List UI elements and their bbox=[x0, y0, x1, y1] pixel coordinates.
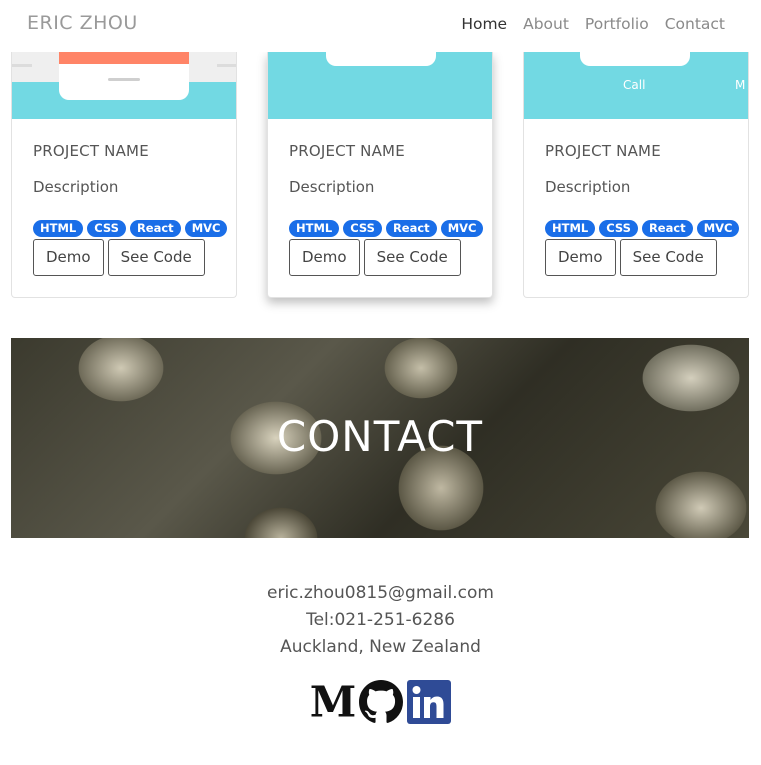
project-thumbnail bbox=[268, 52, 492, 119]
nav-about[interactable]: About bbox=[523, 15, 569, 33]
project-actions: Demo See Code bbox=[289, 239, 461, 276]
project-actions: Demo See Code bbox=[33, 239, 205, 276]
project-card: PROJECT NAME Description HTML CSS React … bbox=[11, 52, 237, 298]
tag-css: CSS bbox=[343, 220, 382, 237]
tag-mvc: MVC bbox=[696, 220, 740, 237]
project-card: PROJECT NAME Description HTML CSS React … bbox=[267, 52, 493, 298]
demo-button[interactable]: Demo bbox=[545, 239, 616, 276]
tag-html: HTML bbox=[289, 220, 340, 237]
project-title: PROJECT NAME bbox=[33, 142, 149, 160]
tech-tags: HTML CSS React MVC bbox=[289, 220, 484, 237]
tag-react: React bbox=[385, 220, 437, 237]
tag-react: React bbox=[641, 220, 693, 237]
svg-text:M: M bbox=[311, 682, 355, 722]
medium-icon[interactable]: M bbox=[311, 680, 355, 724]
project-description: Description bbox=[289, 178, 375, 196]
nav-home[interactable]: Home bbox=[461, 15, 507, 33]
project-title: PROJECT NAME bbox=[545, 142, 661, 160]
tag-react: React bbox=[129, 220, 181, 237]
tag-css: CSS bbox=[599, 220, 638, 237]
project-thumbnail: Call M bbox=[524, 52, 748, 119]
contact-heading: CONTACT bbox=[276, 412, 484, 461]
contact-location: Auckland, New Zealand bbox=[280, 637, 481, 657]
contact-phone: Tel:021-251-6286 bbox=[306, 610, 455, 630]
see-code-button[interactable]: See Code bbox=[107, 239, 205, 276]
tag-mvc: MVC bbox=[440, 220, 484, 237]
call-caption: Call bbox=[623, 78, 646, 92]
github-icon[interactable] bbox=[358, 680, 403, 724]
tech-tags: HTML CSS React MVC bbox=[545, 220, 740, 237]
contact-email[interactable]: eric.zhou0815@gmail.com bbox=[0, 580, 761, 607]
see-code-button[interactable]: See Code bbox=[619, 239, 717, 276]
project-description: Description bbox=[33, 178, 119, 196]
demo-button[interactable]: Demo bbox=[33, 239, 104, 276]
tag-mvc: MVC bbox=[184, 220, 228, 237]
nav-links: Home About Portfolio Contact bbox=[461, 15, 725, 33]
contact-info: eric.zhou0815@gmail.com Tel:021-251-6286… bbox=[0, 580, 761, 661]
tag-html: HTML bbox=[545, 220, 596, 237]
see-code-button[interactable]: See Code bbox=[363, 239, 461, 276]
tag-css: CSS bbox=[87, 220, 126, 237]
navbar: ERIC ZHOU Home About Portfolio Contact bbox=[0, 0, 761, 52]
contact-banner: CONTACT bbox=[11, 338, 749, 538]
nav-portfolio[interactable]: Portfolio bbox=[585, 15, 649, 33]
project-card: Call M PROJECT NAME Description HTML CSS… bbox=[523, 52, 749, 298]
demo-button[interactable]: Demo bbox=[289, 239, 360, 276]
linkedin-icon[interactable] bbox=[406, 680, 451, 724]
brand-logo[interactable]: ERIC ZHOU bbox=[27, 12, 138, 34]
social-links: M bbox=[0, 680, 761, 724]
project-title: PROJECT NAME bbox=[289, 142, 405, 160]
tech-tags: HTML CSS React MVC bbox=[33, 220, 228, 237]
nav-contact[interactable]: Contact bbox=[665, 15, 725, 33]
tag-html: HTML bbox=[33, 220, 84, 237]
project-actions: Demo See Code bbox=[545, 239, 717, 276]
project-description: Description bbox=[545, 178, 631, 196]
project-thumbnail bbox=[12, 52, 236, 119]
